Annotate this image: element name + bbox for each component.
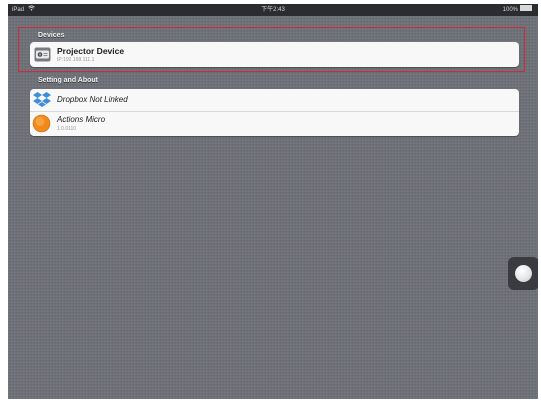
actions-micro-icon (32, 114, 51, 133)
dropbox-status: Dropbox Not Linked (57, 95, 128, 104)
battery-percent: 100% (502, 7, 518, 13)
assistive-touch-icon (515, 265, 532, 282)
devices-highlight-box (18, 27, 525, 72)
section-header-settings: Setting and About (38, 77, 99, 84)
actions-micro-title: Actions Micro (57, 115, 106, 124)
assistive-touch-button[interactable] (508, 257, 538, 290)
status-bar: iPad 下午2:43 100% (8, 4, 538, 16)
dropbox-icon (32, 91, 51, 108)
settings-row-dropbox[interactable]: Dropbox Not Linked (30, 89, 519, 112)
settings-row-actions-micro[interactable]: Actions Micro 1.0.0110 (30, 112, 519, 136)
battery-indicator: 100% (503, 4, 532, 16)
clock: 下午2:43 (261, 7, 285, 13)
battery-icon (520, 5, 532, 12)
actions-micro-version: 1.0.0110 (57, 126, 77, 132)
screenshot-frame: iPad 下午2:43 100% Devices Projector Devic… (0, 0, 541, 402)
settings-card: Dropbox Not Linked Actions Micro 1.0.011… (30, 89, 519, 136)
